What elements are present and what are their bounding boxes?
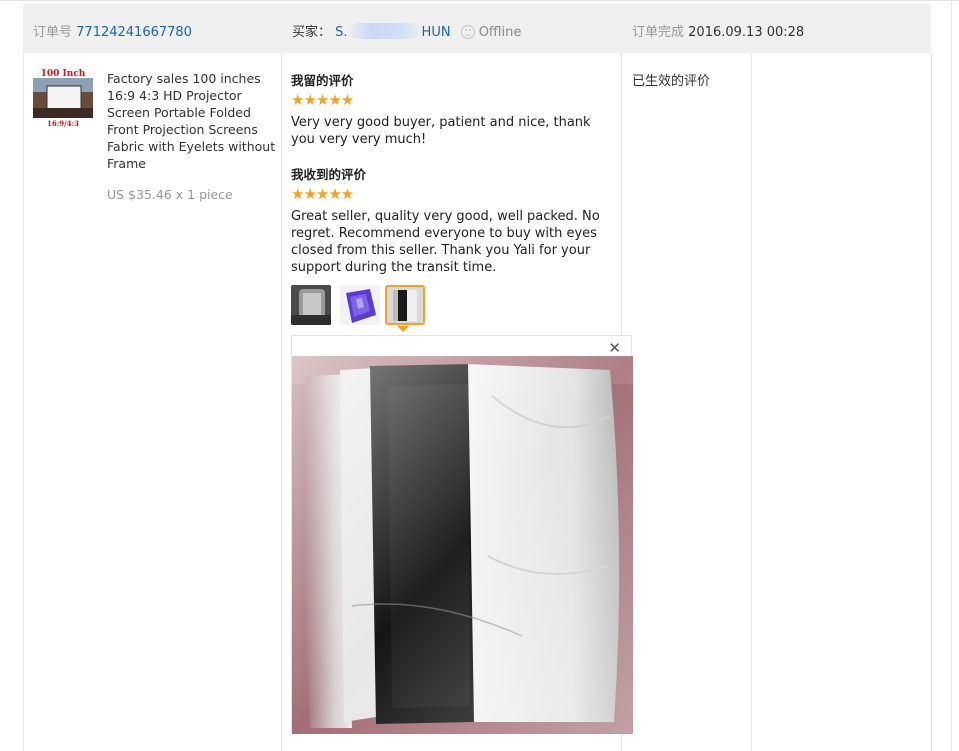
feedback-photo-thumb[interactable] <box>291 285 331 325</box>
received-feedback: 我收到的评价 ★★★★★ Great seller, quality very … <box>291 164 611 276</box>
column-divider <box>931 53 932 751</box>
given-feedback: 我留的评价 ★★★★★ Very very good buyer, patien… <box>291 70 611 148</box>
given-feedback-text: Very very good buyer, patient and nice, … <box>291 115 591 147</box>
product-thumbnail[interactable]: 100 Inch 16:9/4:3 <box>33 68 93 128</box>
received-feedback-text: Great seller, quality very good, well pa… <box>291 209 600 275</box>
order-number-field: 订单号 77124241667780 <box>33 21 192 40</box>
photo-preview-image <box>292 356 633 734</box>
buyer-name-redaction <box>349 23 420 39</box>
photo-preview-panel: ✕ <box>291 335 633 734</box>
column-divider <box>23 53 24 751</box>
completed-field: 订单完成 2016.09.13 00:28 <box>632 21 804 40</box>
received-rating-stars-icon: ★★★★★ <box>291 185 354 203</box>
order-number-label: 订单号 <box>33 25 73 40</box>
thumb-banner-text: 100 Inch <box>41 69 86 79</box>
received-feedback-heading: 我收到的评价 <box>291 167 367 182</box>
feedback-photo-thumb[interactable] <box>340 285 380 325</box>
buyer-field: 买家： S. HUN Offline <box>292 21 521 40</box>
buyer-label: 买家： <box>292 25 332 40</box>
completed-label: 订单完成 <box>632 25 685 40</box>
close-preview-icon[interactable]: ✕ <box>608 340 621 356</box>
buyer-name-suffix: HUN <box>421 25 451 40</box>
offline-status-icon <box>460 25 475 39</box>
buyer-name-link[interactable]: S. HUN <box>335 23 451 40</box>
column-divider <box>281 53 282 751</box>
order-header: 订单号 77124241667780 买家： S. HUN Offline 订单完… <box>23 4 931 53</box>
selected-photo-indicator <box>397 326 409 332</box>
column-divider <box>751 53 752 751</box>
feedback-status: 已生效的评价 <box>632 74 711 89</box>
completed-time: 2016.09.13 00:28 <box>688 25 805 40</box>
buyer-status: Offline <box>478 25 522 40</box>
given-rating-stars-icon: ★★★★★ <box>291 91 354 109</box>
given-feedback-heading: 我留的评价 <box>291 73 354 88</box>
thumb-ratio-text: 16:9/4:3 <box>47 119 79 128</box>
order-number-link[interactable]: 77124241667780 <box>76 25 192 40</box>
product-title-link[interactable]: Factory sales 100 inches 16:9 4:3 HD Pro… <box>107 70 277 172</box>
buyer-name-prefix: S. <box>335 25 348 40</box>
feedback-photo-thumb-selected[interactable] <box>385 285 425 325</box>
product-price: US $35.46 x 1 piece <box>107 187 233 202</box>
